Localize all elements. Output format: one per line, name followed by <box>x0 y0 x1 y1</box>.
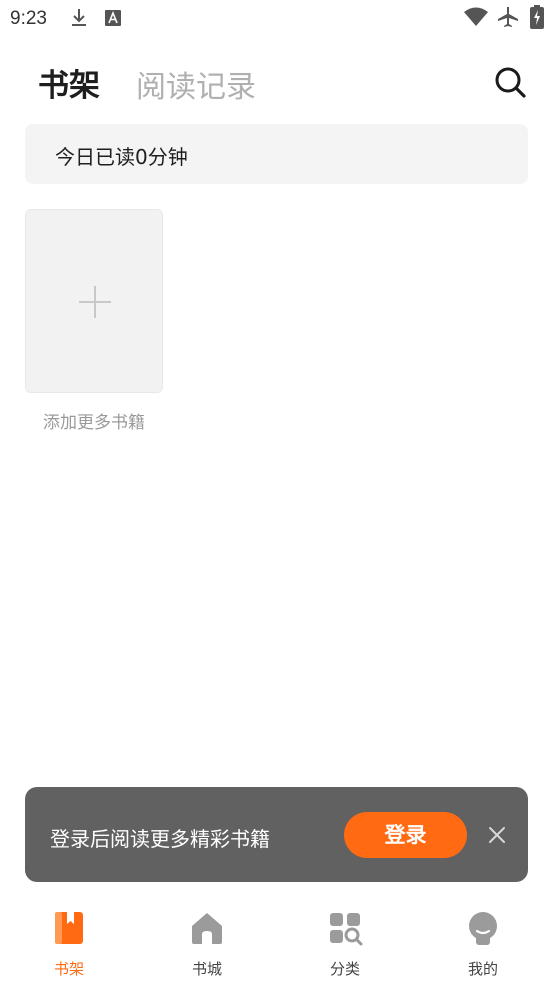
nav-item-category[interactable]: 分类 <box>305 898 385 984</box>
add-book-card[interactable] <box>25 209 163 393</box>
add-book-label: 添加更多书籍 <box>43 413 145 433</box>
nav-item-bookshelf[interactable]: 书架 <box>29 898 109 984</box>
airplane-icon <box>498 7 518 27</box>
status-bar: 9:23 <box>0 0 553 38</box>
search-icon <box>495 67 526 98</box>
header: 书架 阅读记录 <box>0 52 553 112</box>
login-prompt-text: 登录后阅读更多精彩书籍 <box>50 827 270 851</box>
nav-item-bookstore[interactable]: 书城 <box>167 898 247 984</box>
category-icon <box>330 913 363 946</box>
reading-time-banner: 今日已读0分钟 <box>25 124 528 184</box>
close-icon <box>489 827 505 843</box>
status-time: 9:23 <box>10 8 47 29</box>
profile-icon <box>469 912 497 945</box>
nav-label-bookstore: 书城 <box>191 960 222 978</box>
search-button[interactable] <box>492 64 528 100</box>
tab-reading-history[interactable]: 阅读记录 <box>136 62 256 106</box>
nav-label-bookshelf: 书架 <box>53 960 84 978</box>
login-button[interactable]: 登录 <box>344 812 467 858</box>
download-icon <box>72 9 86 26</box>
nav-label-category: 分类 <box>329 960 360 978</box>
wifi-icon <box>464 7 488 26</box>
home-icon <box>192 913 222 944</box>
reading-time-text: 今日已读0分钟 <box>55 145 188 169</box>
bookshelf-icon <box>55 912 83 944</box>
bottom-navigation: 书架 书城 分类 我的 <box>0 898 553 984</box>
close-toast-button[interactable] <box>487 825 507 845</box>
tab-bookshelf[interactable]: 书架 <box>38 60 100 105</box>
login-prompt-toast: 登录后阅读更多精彩书籍 登录 <box>25 787 528 882</box>
battery-charging-icon <box>530 5 544 29</box>
font-icon <box>105 10 121 26</box>
nav-label-profile: 我的 <box>467 960 498 978</box>
nav-item-profile[interactable]: 我的 <box>443 898 523 984</box>
